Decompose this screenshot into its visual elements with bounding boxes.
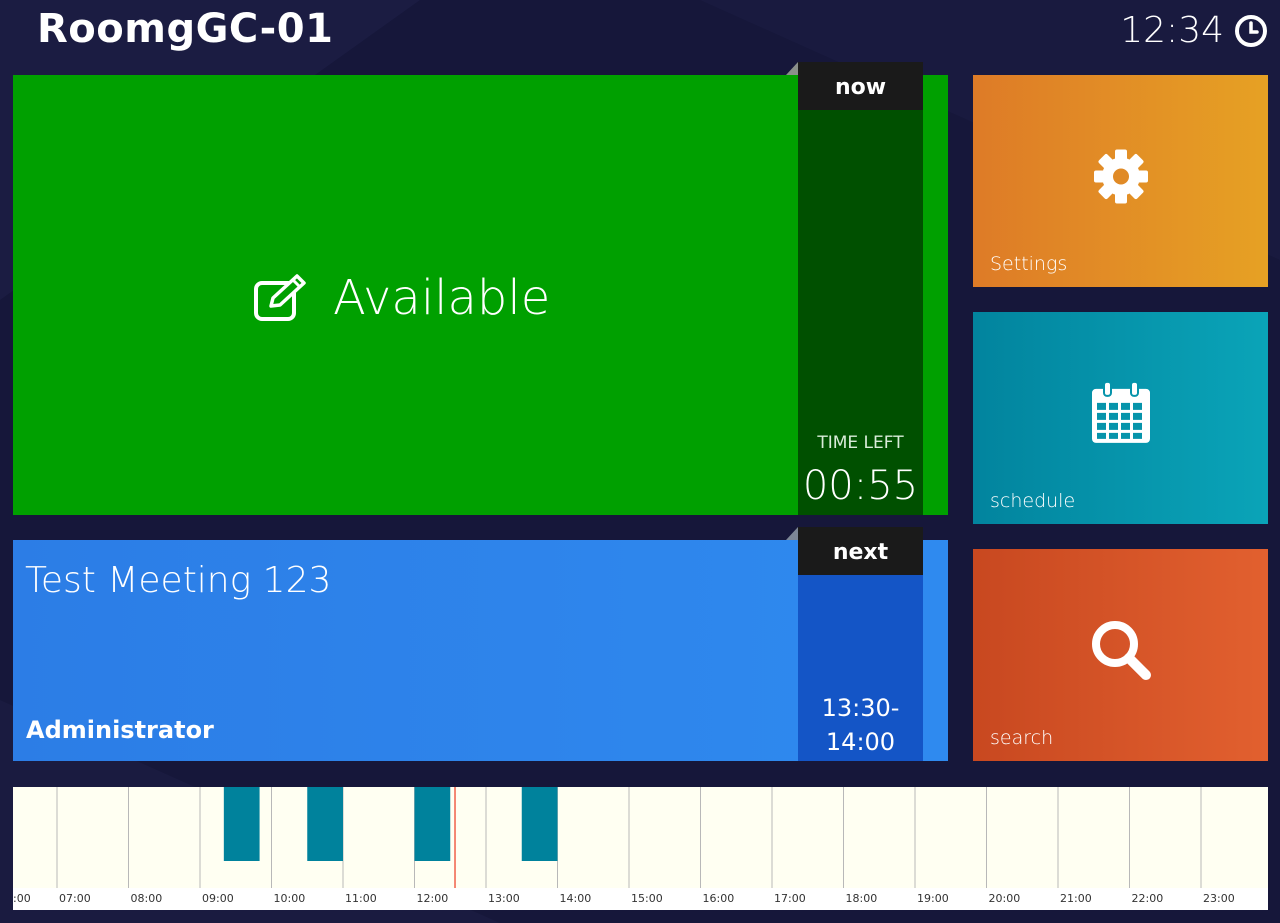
status-display: Available <box>253 270 550 326</box>
timeline-hour-labels: :00 07:00 08:00 09:00 10:00 11:00 12:00 13:00 14… <box>13 888 1268 910</box>
now-tab: now <box>798 62 923 110</box>
timeline-hour-label: 17:00 <box>774 892 806 905</box>
next-meeting-end: 14:00 <box>825 728 896 756</box>
edit-icon <box>254 274 306 321</box>
clock-icon <box>1235 14 1267 47</box>
timeline-hour-label: 10:00 <box>273 892 306 905</box>
next-tab-label: next <box>798 527 923 575</box>
search-icon <box>1091 621 1151 681</box>
tab-fold <box>786 527 798 540</box>
timeline-hour-label: 23:00 <box>1203 892 1235 905</box>
timeline-hour-label: 11:00 <box>345 892 377 905</box>
timeline-hour-label: 18:00 <box>845 892 878 905</box>
timeline-hour-label: 21:00 <box>1060 892 1092 905</box>
timeline-hour-label: 13:00 <box>488 892 520 905</box>
timeline-hour-label: 20:00 <box>988 892 1021 905</box>
timeline-booking[interactable] <box>521 787 558 861</box>
now-panel[interactable]: Available now TIME LEFT 00:55 <box>13 62 948 515</box>
settings-tile[interactable]: Settings <box>973 75 1268 287</box>
gear-icon <box>1093 149 1148 204</box>
timeline-hour-label: 19:00 <box>917 892 949 905</box>
timeline-booking[interactable] <box>223 787 260 861</box>
timeline-hour-label: 12:00 <box>416 892 449 905</box>
time-left-label: TIME LEFT <box>817 433 904 453</box>
settings-label: Settings <box>990 253 1068 275</box>
clock-time: 12:34 <box>1120 10 1224 51</box>
tab-fold <box>786 62 798 75</box>
search-label: search <box>990 727 1054 749</box>
search-tile[interactable]: search <box>973 549 1268 761</box>
schedule-label: schedule <box>990 490 1076 512</box>
next-meeting-panel[interactable]: Test Meeting 123 Administrator next 13:3… <box>13 527 948 761</box>
timeline-hour-label: 08:00 <box>130 892 163 905</box>
time-left-value: 00:55 <box>802 463 919 509</box>
timeline-hour-label: :00 <box>13 892 31 905</box>
time-left-panel: TIME LEFT 00:55 <box>798 110 923 515</box>
now-tab-label: now <box>798 62 923 110</box>
timeline-hour-label: 16:00 <box>702 892 735 905</box>
next-meeting-time: 13:30- 14:00 <box>798 691 923 759</box>
next-meeting-start: 13:30- <box>821 694 900 722</box>
timeline-hour-label: 07:00 <box>59 892 91 905</box>
room-name: RoomgGC-01 <box>37 6 334 52</box>
next-tab: next <box>798 527 923 575</box>
status-label: Available <box>333 270 551 326</box>
day-timeline[interactable]: :00 07:00 08:00 09:00 10:00 11:00 12:00 13:00 14… <box>13 787 1268 910</box>
timeline-booking[interactable] <box>307 787 343 861</box>
calendar-icon <box>1091 380 1150 443</box>
schedule-tile[interactable]: schedule <box>973 312 1268 524</box>
timeline-hour-label: 14:00 <box>559 892 592 905</box>
next-time-panel: 13:30- 14:00 <box>798 575 923 761</box>
next-meeting-organizer: Administrator <box>26 716 214 744</box>
timeline-booking[interactable] <box>414 787 451 861</box>
timeline-hour-label: 22:00 <box>1131 892 1164 905</box>
timeline-hour-label: 09:00 <box>202 892 234 905</box>
next-meeting-title: Test Meeting 123 <box>25 560 332 601</box>
clock: 12:34 <box>1120 10 1268 51</box>
timeline-hour-label: 15:00 <box>631 892 663 905</box>
